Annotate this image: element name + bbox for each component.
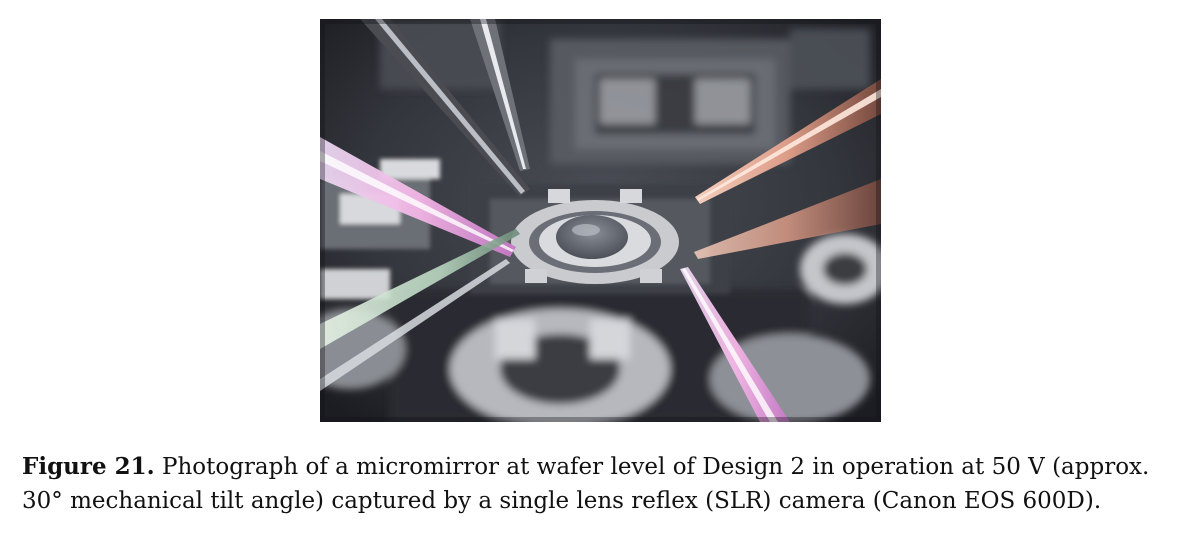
figure-caption: Figure 21. Photograph of a micromirror a… [22,450,1182,518]
figure-label: Figure 21. [22,453,155,480]
micromirror-photo-graphic [320,19,881,422]
micromirror-photograph [320,19,881,422]
figure-caption-text: Photograph of a micromirror at wafer lev… [22,454,1150,514]
